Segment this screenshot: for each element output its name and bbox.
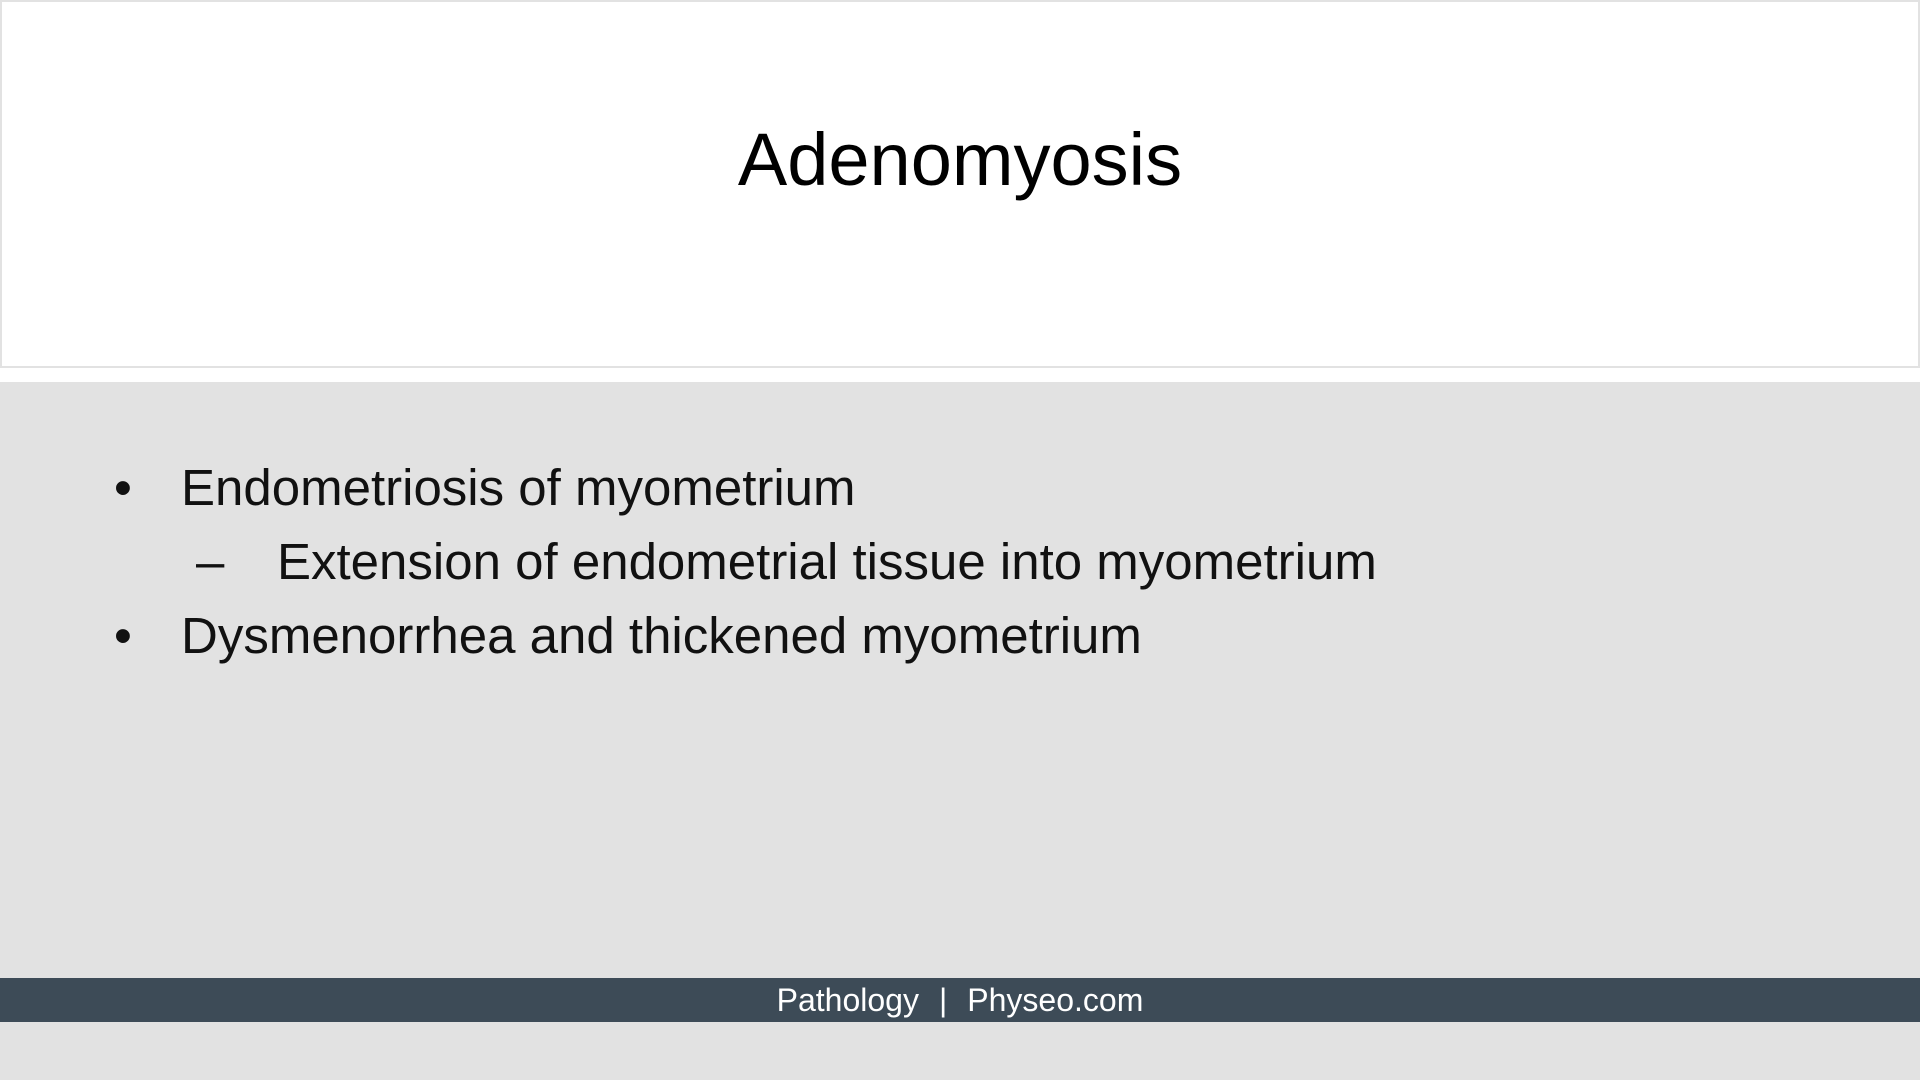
slide: Adenomyosis • Endometriosis of myometriu…: [0, 0, 1920, 1080]
footer-site: Physeo.com: [967, 982, 1144, 1018]
sub-bullet-text: Extension of endometrial tissue into myo…: [277, 533, 1377, 590]
sub-bullet-marker: –: [196, 533, 225, 590]
slide-content: • Endometriosis of myometrium – Extensio…: [0, 382, 1920, 978]
slide-title: Adenomyosis: [737, 118, 1183, 201]
footer-bar: Pathology | Physeo.com: [0, 978, 1920, 1022]
bullet-marker: •: [114, 607, 132, 664]
bullet-text: Dysmenorrhea and thickened myometrium: [181, 607, 1142, 664]
footer-separator: |: [938, 982, 948, 1018]
bullet-text: Endometriosis of myometrium: [181, 459, 856, 516]
title-separator: [0, 368, 1920, 382]
footer-subject: Pathology: [776, 982, 919, 1018]
bullet-marker: •: [114, 459, 132, 516]
title-box: Adenomyosis: [0, 0, 1920, 368]
